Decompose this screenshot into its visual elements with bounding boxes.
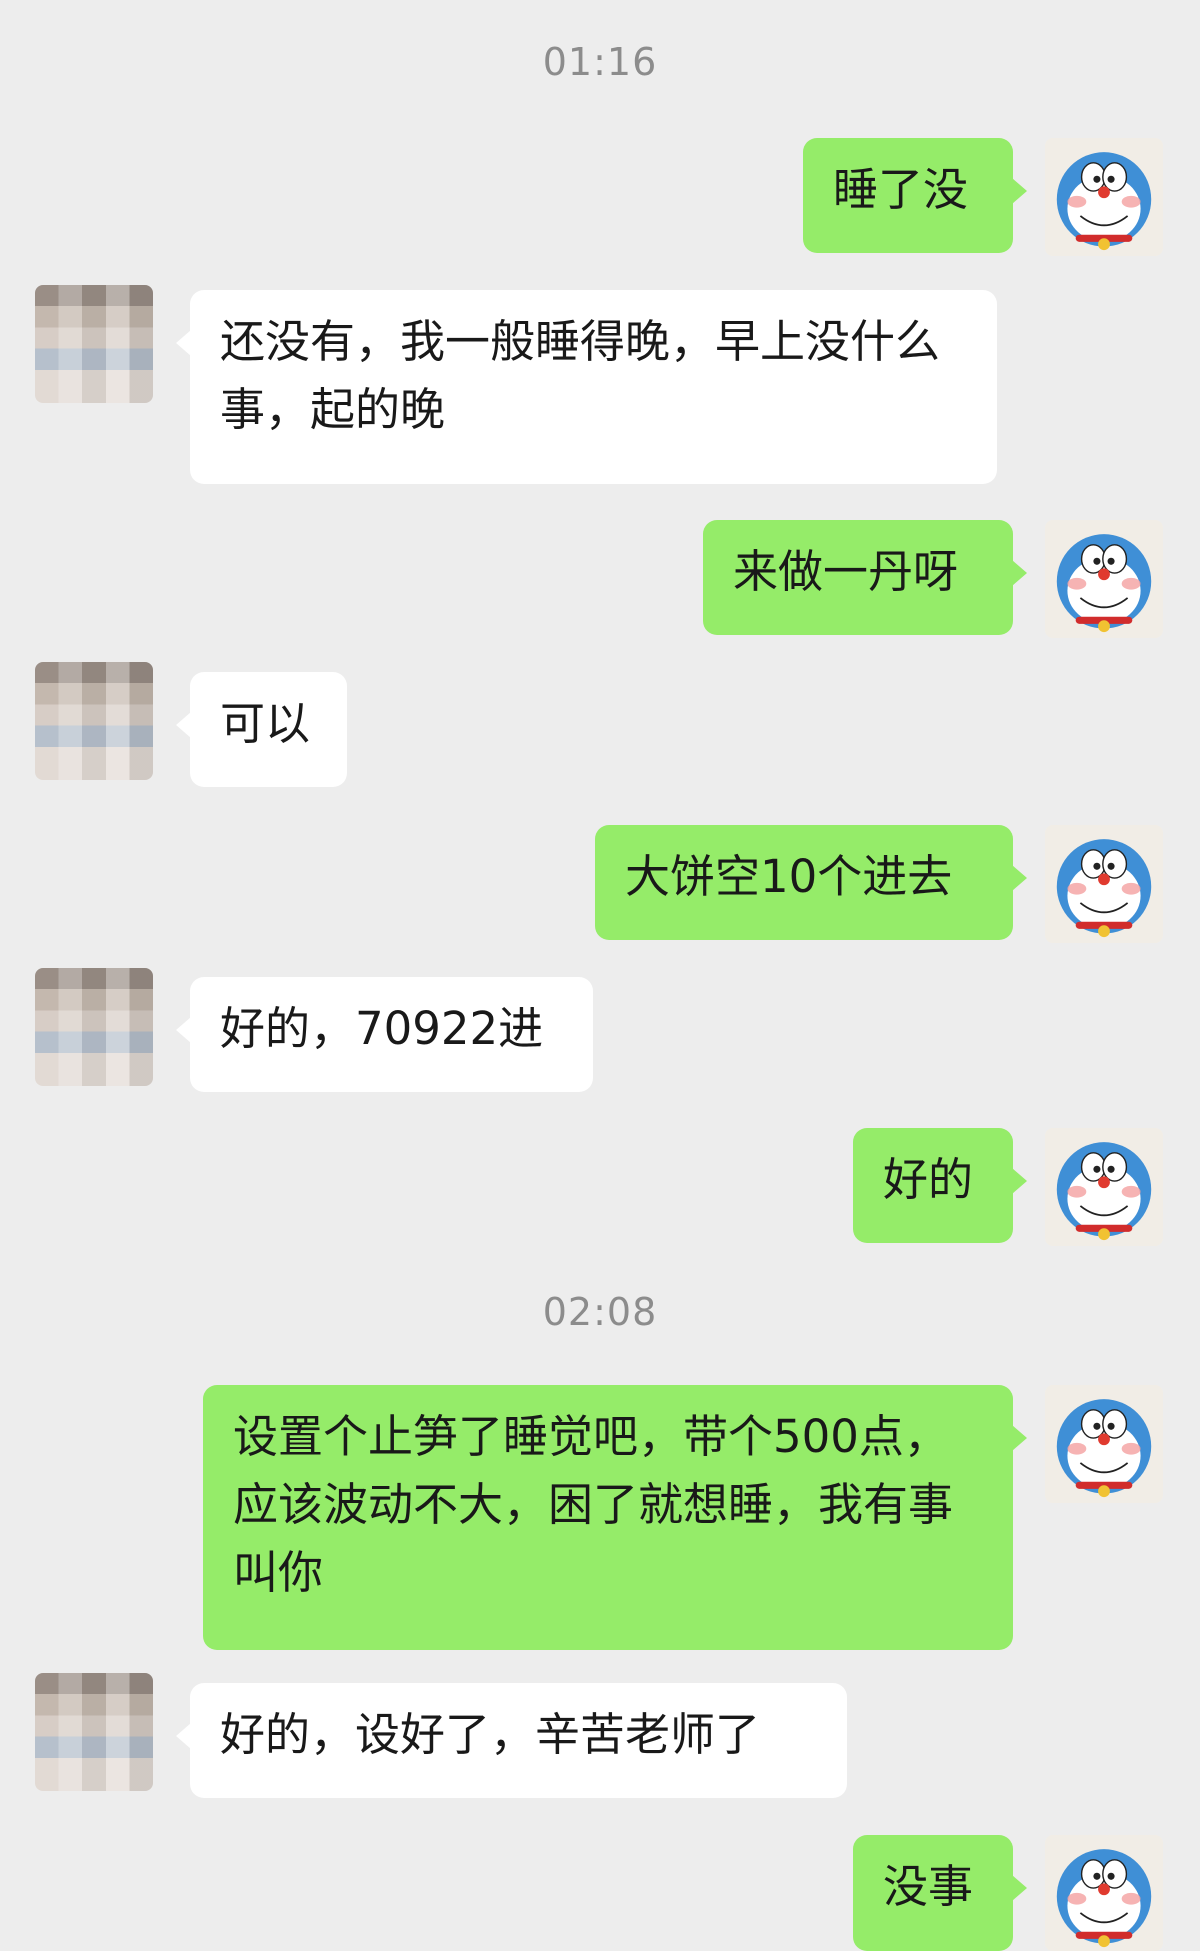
doraemon-avatar-icon[interactable]: [1045, 825, 1163, 943]
contact-avatar[interactable]: [35, 968, 153, 1086]
doraemon-avatar-icon[interactable]: [1045, 1835, 1163, 1951]
their-message-bubble[interactable]: 好的，70922进: [176, 977, 593, 1092]
doraemon-avatar-icon[interactable]: [1045, 1128, 1163, 1246]
doraemon-avatar-icon[interactable]: [1045, 138, 1163, 256]
my-message-bubble[interactable]: 来做一丹呀: [703, 520, 1027, 635]
their-message-bubble[interactable]: 好的，设好了，辛苦老师了: [176, 1683, 847, 1798]
my-message-bubble[interactable]: 没事: [853, 1835, 1027, 1951]
doraemon-avatar-icon[interactable]: [1045, 520, 1163, 638]
my-message-bubble[interactable]: 好的: [853, 1128, 1027, 1243]
doraemon-avatar-icon[interactable]: [1045, 1385, 1163, 1503]
my-message-bubble[interactable]: 睡了没: [803, 138, 1027, 253]
my-message-bubble[interactable]: 大饼空10个进去: [595, 825, 1027, 940]
timestamp: 01:16: [542, 40, 658, 84]
contact-avatar[interactable]: [35, 285, 153, 403]
timestamp: 02:08: [542, 1290, 658, 1334]
my-message-bubble[interactable]: 设置个止笋了睡觉吧，带个500点，应该波动不大，困了就想睡，我有事叫你: [203, 1385, 1027, 1650]
contact-avatar[interactable]: [35, 662, 153, 780]
their-message-bubble[interactable]: 还没有，我一般睡得晚，早上没什么事，起的晚: [176, 290, 997, 484]
contact-avatar[interactable]: [35, 1673, 153, 1791]
their-message-bubble[interactable]: 可以: [176, 672, 347, 787]
